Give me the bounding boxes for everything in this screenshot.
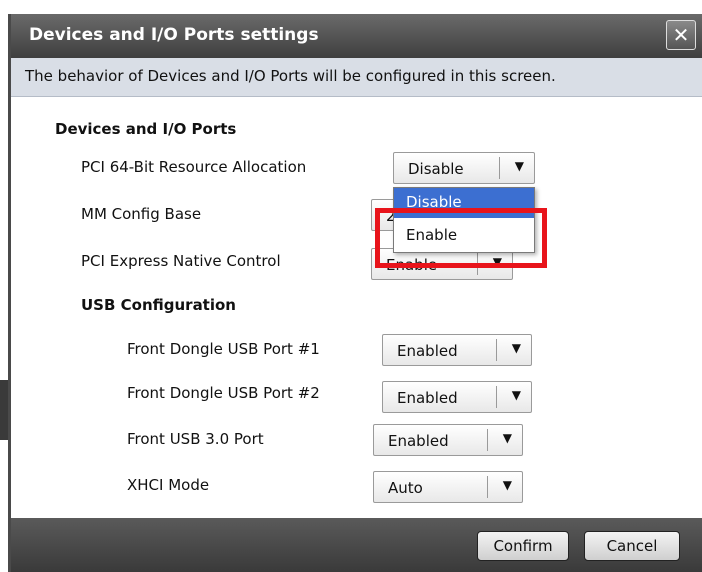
usb30-label: Front USB 3.0 Port [127,430,264,448]
chevron-down-icon: ▼ [502,431,512,445]
select-divider [496,386,497,408]
dongle1-select[interactable]: Enabled ▼ [382,334,532,366]
highlight-annotation-box [375,208,547,268]
pci64-value: Disable [408,160,464,178]
xhci-value: Auto [388,479,423,497]
select-divider [499,157,500,179]
cancel-button[interactable]: Cancel [584,531,680,561]
usb30-value: Enabled [388,432,449,450]
confirm-button[interactable]: Confirm [477,531,569,561]
select-divider [487,476,488,498]
xhci-select[interactable]: Auto ▼ [373,471,523,503]
pci64-select[interactable]: Disable ▼ [393,152,535,184]
dongle2-value: Enabled [397,389,458,407]
select-divider [496,339,497,361]
dongle1-label: Front Dongle USB Port #1 [127,340,320,358]
settings-dialog: Devices and I/O Ports settings ✕ The beh… [8,14,702,572]
pcie-native-label: PCI Express Native Control [81,252,281,270]
chevron-down-icon: ▼ [511,388,521,402]
close-button[interactable]: ✕ [666,20,696,50]
info-bar: The behavior of Devices and I/O Ports wi… [11,58,702,97]
select-divider [487,429,488,451]
dialog-title: Devices and I/O Ports settings [29,25,319,45]
usb30-select[interactable]: Enabled ▼ [373,424,523,456]
section-devices-title: Devices and I/O Ports [55,120,237,138]
dialog-titlebar: Devices and I/O Ports settings ✕ [11,14,702,58]
dongle1-value: Enabled [397,342,458,360]
dongle2-label: Front Dongle USB Port #2 [127,384,320,402]
dongle2-select[interactable]: Enabled ▼ [382,381,532,413]
xhci-label: XHCI Mode [127,476,210,494]
info-text: The behavior of Devices and I/O Ports wi… [25,67,556,85]
close-icon: ✕ [672,23,690,47]
section-usb-title: USB Configuration [81,296,236,314]
chevron-down-icon: ▼ [502,478,512,492]
chevron-down-icon: ▼ [511,341,521,355]
dialog-footer: Confirm Cancel [11,518,702,572]
pci64-label: PCI 64-Bit Resource Allocation [81,158,307,176]
mmconfig-label: MM Config Base [81,205,202,223]
chevron-down-icon: ▼ [514,159,524,173]
